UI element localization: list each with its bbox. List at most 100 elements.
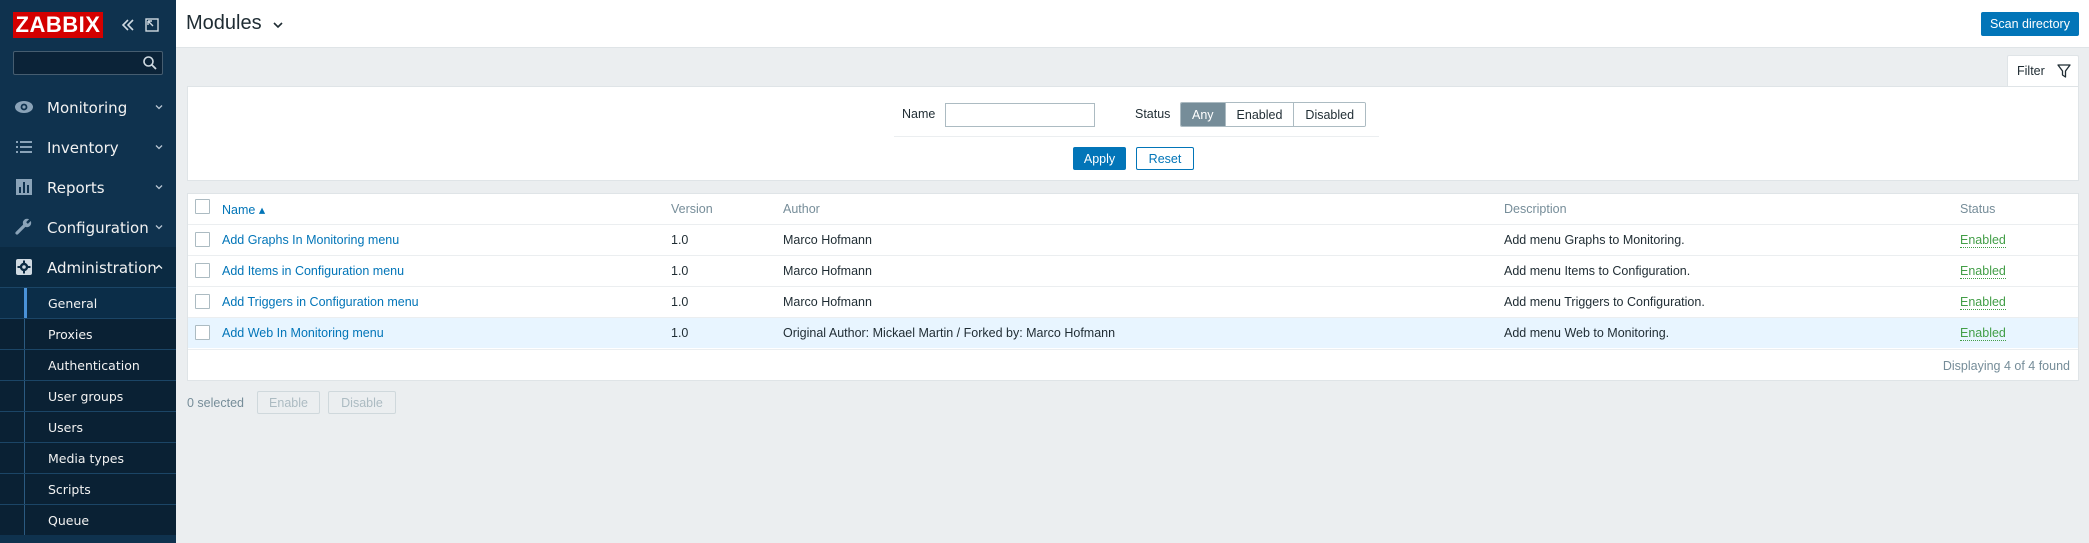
bar-chart-icon [16, 179, 32, 195]
table-row: Add Items in Configuration menu 1.0 Marc… [188, 255, 2078, 286]
submenu-label: User groups [48, 389, 124, 404]
module-status-toggle[interactable]: Enabled [1960, 264, 2006, 279]
administration-submenu: General Proxies Authentication User grou… [0, 287, 176, 535]
submenu-label: Media types [48, 451, 124, 466]
module-name-link[interactable]: Add Web In Monitoring menu [222, 326, 384, 340]
menu-item-configuration[interactable]: Configuration [0, 207, 176, 247]
menu-item-inventory[interactable]: Inventory [0, 127, 176, 167]
menu-item-reports[interactable]: Reports [0, 167, 176, 207]
wrench-icon [15, 218, 32, 235]
menu-label: Reports [47, 179, 105, 197]
chevron-up-icon [155, 264, 163, 269]
filter-status-label: Status [1135, 107, 1171, 121]
status-option-disabled[interactable]: Disabled [1293, 103, 1366, 126]
module-status-toggle[interactable]: Enabled [1960, 326, 2006, 341]
submenu-item-scripts[interactable]: Scripts [0, 473, 176, 504]
menu-label: Configuration [47, 219, 149, 237]
submenu-item-media-types[interactable]: Media types [0, 442, 176, 473]
logo-text: ZABBIX [15, 12, 101, 37]
filter-name-input[interactable] [945, 103, 1095, 127]
page-header: Modules Scan directory [176, 0, 2089, 48]
table-row: Add Triggers in Configuration menu 1.0 M… [188, 286, 2078, 317]
submenu-item-general[interactable]: General [0, 287, 176, 318]
reset-button[interactable]: Reset [1136, 147, 1194, 170]
submenu-item-proxies[interactable]: Proxies [0, 318, 176, 349]
row-checkbox[interactable] [195, 232, 210, 247]
selected-count: 0 selected [187, 396, 244, 410]
filter-tab[interactable]: Filter [2007, 55, 2079, 87]
scan-directory-button[interactable]: Scan directory [1981, 12, 2079, 36]
filter-tab-label: Filter [2017, 64, 2045, 78]
status-option-any[interactable]: Any [1181, 103, 1225, 126]
submenu-label: Queue [48, 513, 90, 528]
module-name-link[interactable]: Add Triggers in Configuration menu [222, 295, 419, 309]
submenu-label: Users [48, 420, 84, 435]
chevron-down-icon [155, 225, 163, 230]
module-version: 1.0 [671, 233, 689, 247]
zabbix-logo[interactable]: ZABBIX [13, 12, 103, 38]
chevron-down-icon[interactable] [272, 20, 284, 30]
submenu-label: Proxies [48, 327, 93, 342]
table-row: Add Graphs In Monitoring menu 1.0 Marco … [188, 224, 2078, 255]
filter-divider [894, 136, 1379, 137]
menu-item-monitoring[interactable]: Monitoring [0, 87, 176, 127]
status-option-enabled[interactable]: Enabled [1224, 103, 1294, 126]
module-description: Add menu Web to Monitoring. [1504, 326, 1670, 340]
row-checkbox[interactable] [195, 263, 210, 278]
collapse-sidebar-icon[interactable] [119, 16, 137, 34]
menu-label: Monitoring [47, 99, 128, 117]
chevron-down-icon [155, 105, 163, 110]
row-checkbox[interactable] [195, 294, 210, 309]
module-status-toggle[interactable]: Enabled [1960, 295, 2006, 310]
module-name-link[interactable]: Add Items in Configuration menu [222, 264, 404, 278]
display-count: Displaying 4 of 4 found [1942, 359, 2070, 373]
menu-label: Administration [47, 259, 157, 277]
chevron-down-icon [155, 185, 163, 190]
module-description: Add menu Triggers to Configuration. [1504, 295, 1705, 309]
menu-item-administration[interactable]: Administration [0, 247, 176, 287]
select-all-checkbox[interactable] [195, 199, 210, 214]
table-row: Add Web In Monitoring menu 1.0 Original … [188, 317, 2078, 348]
module-status-toggle[interactable]: Enabled [1960, 233, 2006, 248]
module-description: Add menu Graphs to Monitoring. [1504, 233, 1685, 247]
sidebar-search-input[interactable] [13, 51, 163, 75]
submenu-label: Authentication [48, 358, 140, 373]
search-icon[interactable] [142, 55, 158, 71]
module-author: Marco Hofmann [783, 233, 872, 247]
disable-button[interactable]: Disable [328, 391, 396, 414]
filter-name-label: Name [902, 107, 936, 121]
module-author: Marco Hofmann [783, 295, 872, 309]
submenu-item-queue[interactable]: Queue [0, 504, 176, 535]
gear-icon [16, 259, 32, 275]
module-version: 1.0 [671, 264, 689, 278]
submenu-item-user-groups[interactable]: User groups [0, 380, 176, 411]
chevron-down-icon [155, 145, 163, 150]
apply-button[interactable]: Apply [1073, 147, 1126, 170]
submenu-item-authentication[interactable]: Authentication [0, 349, 176, 380]
sidebar: ZABBIX Monitoring Inventory Reports Conf… [0, 0, 176, 543]
module-description: Add menu Items to Configuration. [1504, 264, 1691, 278]
status-segmented-control: Any Enabled Disabled [1180, 102, 1367, 127]
page-title[interactable]: Modules [186, 12, 262, 35]
row-checkbox[interactable] [195, 325, 210, 340]
module-author: Marco Hofmann [783, 264, 872, 278]
column-header-version: Version [671, 202, 713, 216]
filter-icon [2057, 64, 2071, 78]
eye-icon [15, 101, 33, 113]
table-footer: Displaying 4 of 4 found [188, 349, 2078, 380]
module-version: 1.0 [671, 295, 689, 309]
modules-table: Name ▴ Version Author Description Status… [187, 193, 2079, 381]
submenu-label: General [48, 296, 98, 311]
column-header-name[interactable]: Name ▴ [222, 202, 265, 217]
column-header-description: Description [1504, 202, 1567, 216]
module-name-link[interactable]: Add Graphs In Monitoring menu [222, 233, 399, 247]
submenu-label: Scripts [48, 482, 91, 497]
enable-button[interactable]: Enable [257, 391, 320, 414]
filter-panel: Name Status Any Enabled Disabled Apply R… [187, 86, 2079, 181]
module-author: Original Author: Mickael Martin / Forked… [783, 326, 1116, 340]
column-header-status: Status [1960, 202, 1996, 216]
submenu-item-users[interactable]: Users [0, 411, 176, 442]
kiosk-mode-icon[interactable] [143, 16, 161, 34]
list-icon [16, 141, 32, 153]
column-header-author: Author [783, 202, 820, 216]
